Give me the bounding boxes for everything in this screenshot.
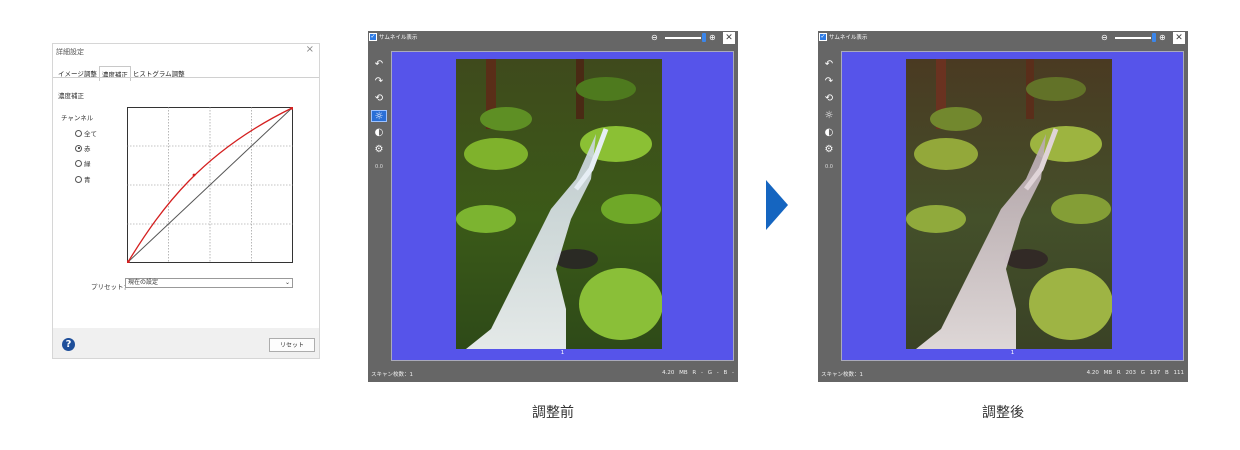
help-icon[interactable]: ? (62, 338, 75, 351)
tab-bar: イメージ調整 濃度補正 ヒストグラム調整 (56, 66, 187, 81)
caption-before: 調整前 (532, 405, 574, 421)
radio-label: 赤 (84, 145, 91, 153)
page-number: 1 (1010, 350, 1015, 356)
radio-label: 全て (84, 130, 97, 138)
zoom-slider-handle[interactable] (702, 33, 706, 42)
dialog-footer: ? リセット (53, 328, 319, 358)
checkbox-checked-icon: ✓ (369, 33, 377, 41)
thumbnail-toggle[interactable]: ✓ サムネイル表示 (819, 33, 867, 41)
scan-count: スキャン枚数：1 (371, 372, 413, 378)
rotate-180-icon[interactable]: ⟲ (821, 93, 837, 105)
scan-window-after: ✓ サムネイル表示 ⊖ ⊕ ✕ ↶ ↷ ⟲ ☼ ◐ ⚙ 0.0 1 スキャン枚数… (818, 31, 1188, 382)
radio-circle (75, 129, 82, 137)
tab-divider (53, 77, 319, 78)
rotate-right-icon[interactable]: ↷ (371, 76, 387, 88)
tool-column: ↶ ↷ ⟲ ☼ ◐ ⚙ 0.0 (371, 59, 387, 178)
checkbox-checked-icon: ✓ (819, 33, 827, 41)
rotate-right-icon[interactable]: ↷ (821, 76, 837, 88)
tab-density-correction[interactable]: 濃度補正 (98, 66, 131, 81)
scan-window-before: ✓ サムネイル表示 ⊖ ⊕ ✕ ↶ ↷ ⟲ ☼ ◐ ⚙ 0.0 1 スキャン枚数… (368, 31, 738, 382)
preset-value: 現在の設定 (128, 279, 159, 286)
radio-channel-red[interactable]: 赤 (75, 143, 91, 153)
rotate-left-icon[interactable]: ↶ (371, 59, 387, 71)
settings-icon[interactable]: ⚙ (371, 144, 387, 156)
tab-histogram-adjust[interactable]: ヒストグラム調整 (131, 66, 187, 81)
radio-circle-selected (75, 144, 82, 152)
radio-channel-green[interactable]: 緑 (75, 158, 91, 168)
auto-contrast-icon[interactable]: ◐ (821, 127, 837, 139)
zoom-in-icon[interactable]: ⊕ (709, 33, 716, 42)
scan-count: スキャン枚数：1 (821, 372, 863, 378)
tone-curve-graph[interactable] (127, 107, 293, 263)
scan-toolbar: ✓ サムネイル表示 ⊖ ⊕ ✕ (818, 31, 1188, 45)
radio-channel-all[interactable]: 全て (75, 128, 97, 138)
chevron-down-icon: ⌄ (284, 279, 290, 286)
preview-canvas[interactable]: 1 (391, 51, 734, 361)
thumbnail-toggle[interactable]: ✓ サムネイル表示 (369, 33, 417, 41)
zoom-out-icon[interactable]: ⊖ (1101, 33, 1108, 42)
reset-button[interactable]: リセット (269, 338, 315, 352)
auto-brightness-icon[interactable]: ☼ (821, 110, 837, 122)
status-bar: スキャン枚数：1 4.20 MB R 203 G 197 B 111 (818, 364, 1188, 382)
preview-canvas[interactable]: 1 (841, 51, 1184, 361)
caption-after: 調整後 (982, 405, 1024, 421)
radio-label: 緑 (84, 160, 91, 168)
channel-label: チャンネル (61, 114, 94, 122)
section-title: 濃度補正 (58, 92, 84, 100)
radio-circle (75, 175, 82, 183)
page-number: 1 (560, 350, 565, 356)
thumbnail-label: サムネイル表示 (379, 35, 418, 41)
radio-label: 青 (84, 176, 91, 184)
zoom-slider[interactable] (1115, 37, 1151, 39)
radio-channel-blue[interactable]: 青 (75, 174, 91, 184)
close-icon[interactable]: ✕ (1173, 32, 1185, 44)
rotate-180-icon[interactable]: ⟲ (371, 93, 387, 105)
auto-contrast-icon[interactable]: ◐ (371, 127, 387, 139)
status-bar: スキャン枚数：1 4.20 MB R - G - B - (368, 364, 738, 382)
scan-toolbar: ✓ サムネイル表示 ⊖ ⊕ ✕ (368, 31, 738, 45)
radio-circle (75, 159, 82, 167)
tool-value: 0.0 (375, 164, 383, 170)
arrow-right-icon (766, 180, 788, 230)
thumbnail-label: サムネイル表示 (829, 35, 868, 41)
tab-image-adjust[interactable]: イメージ調整 (56, 66, 99, 81)
zoom-slider-handle[interactable] (1152, 33, 1156, 42)
status-meta: 4.20 MB R - G - B - (662, 370, 734, 376)
curve-point-mid (192, 173, 196, 177)
scanned-photo (456, 59, 662, 349)
zoom-in-icon[interactable]: ⊕ (1159, 33, 1166, 42)
scanned-photo-adjusted (906, 59, 1112, 349)
detail-settings-dialog: 詳細設定 × イメージ調整 濃度補正 ヒストグラム調整 濃度補正 チャンネル 全… (52, 43, 320, 359)
settings-icon[interactable]: ⚙ (821, 144, 837, 156)
zoom-slider[interactable] (665, 37, 701, 39)
dialog-title: 詳細設定 (56, 48, 84, 56)
auto-brightness-icon[interactable]: ☼ (371, 110, 387, 122)
close-icon[interactable]: ✕ (723, 32, 735, 44)
rotate-left-icon[interactable]: ↶ (821, 59, 837, 71)
status-meta: 4.20 MB R 203 G 197 B 111 (1086, 370, 1184, 376)
tool-column: ↶ ↷ ⟲ ☼ ◐ ⚙ 0.0 (821, 59, 837, 178)
preset-select[interactable]: 現在の設定 ⌄ (125, 278, 293, 288)
tool-value: 0.0 (825, 164, 833, 170)
dialog-close-icon[interactable]: × (306, 44, 314, 55)
zoom-out-icon[interactable]: ⊖ (651, 33, 658, 42)
